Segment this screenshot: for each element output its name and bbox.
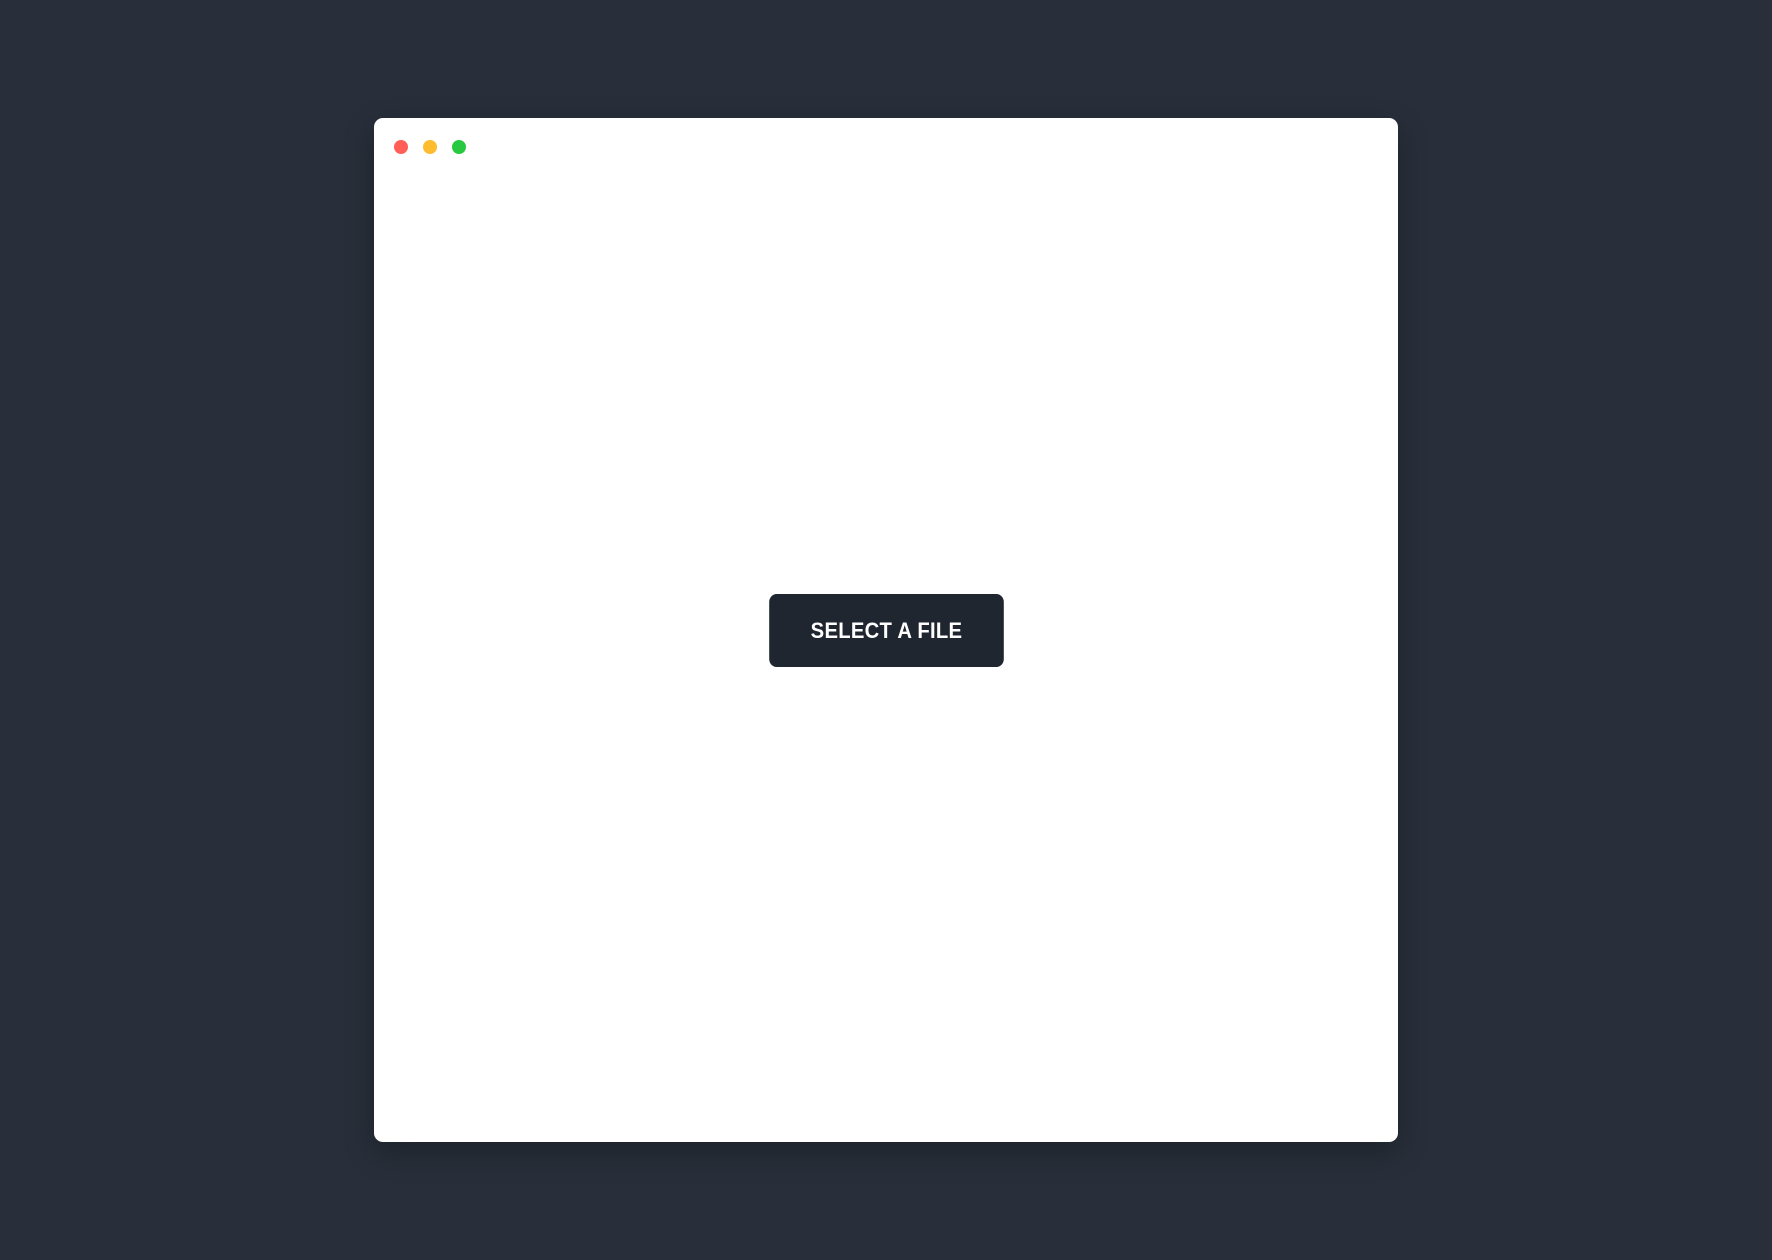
close-button[interactable] — [394, 140, 408, 154]
window-controls — [394, 140, 466, 154]
app-window: SELECT A FILE — [374, 118, 1398, 1142]
select-file-button[interactable]: SELECT A FILE — [769, 594, 1004, 667]
zoom-button[interactable] — [452, 140, 466, 154]
minimize-button[interactable] — [423, 140, 437, 154]
